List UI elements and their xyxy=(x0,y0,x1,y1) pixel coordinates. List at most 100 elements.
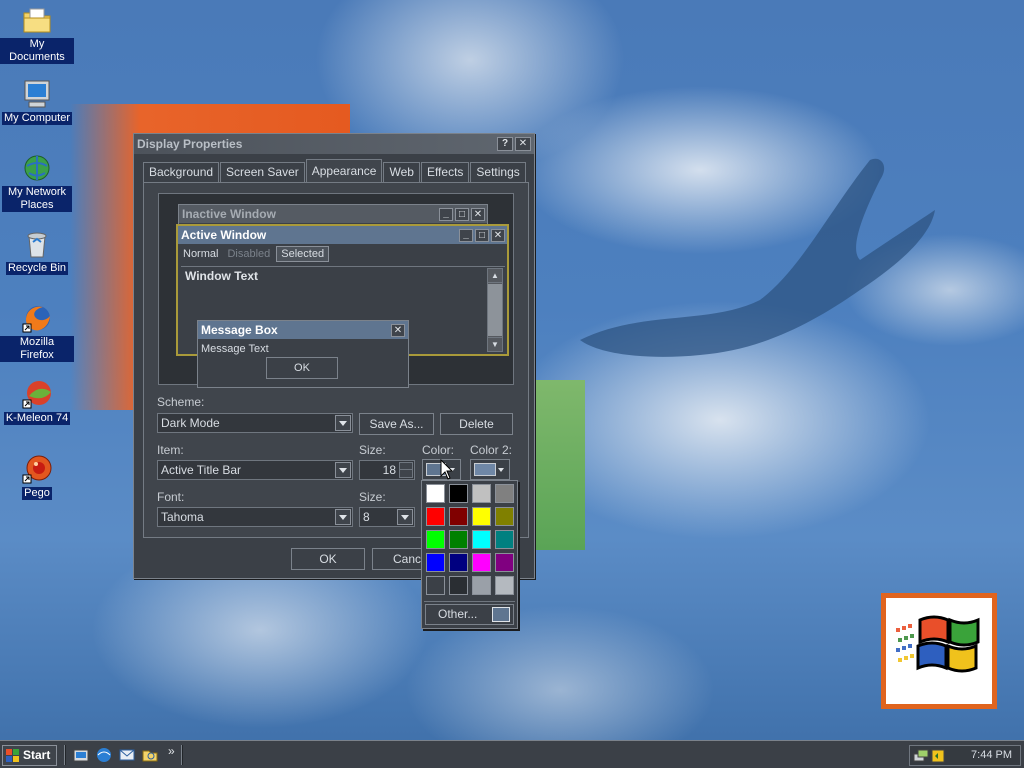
size-value: 18 xyxy=(382,463,396,477)
color-swatch[interactable] xyxy=(495,530,514,549)
chevron-down-icon xyxy=(335,462,351,478)
clock: 7:44 PM xyxy=(971,749,1012,761)
desktop-icon-pego[interactable]: Pego xyxy=(0,453,74,500)
current-color-swatch xyxy=(492,607,510,622)
color-swatch[interactable] xyxy=(495,484,514,503)
desktop-icon-label: Pego xyxy=(22,487,52,500)
message-box-title: Message Box xyxy=(201,323,278,337)
color2-picker-button[interactable] xyxy=(470,459,510,480)
color-swatch[interactable] xyxy=(472,576,491,595)
scheme-select[interactable]: Dark Mode xyxy=(157,413,353,433)
tab-screen-saver[interactable]: Screen Saver xyxy=(220,162,305,182)
item-select[interactable]: Active Title Bar xyxy=(157,460,353,480)
desktop-icon-label: Recycle Bin xyxy=(5,262,69,275)
other-color-label: Other... xyxy=(438,607,478,621)
volume-tray-icon[interactable] xyxy=(930,748,946,764)
font-select[interactable]: Tahoma xyxy=(157,507,353,527)
color-swatch[interactable] xyxy=(449,530,468,549)
browser-icon[interactable] xyxy=(96,747,112,763)
color-swatch[interactable] xyxy=(426,553,445,572)
show-desktop-icon[interactable] xyxy=(73,747,89,763)
maximize-icon: □ xyxy=(455,207,469,221)
chevron-down-icon xyxy=(498,468,504,475)
computer-icon xyxy=(21,78,53,110)
appearance-preview: Inactive Window _ □ ✕ Active Window _ □ … xyxy=(158,193,514,388)
color-swatch[interactable] xyxy=(495,507,514,526)
network-globe-icon xyxy=(21,152,53,184)
desktop-icon-label: My Network Places xyxy=(2,186,72,212)
desktop-icon-my-documents[interactable]: My Documents xyxy=(0,4,74,64)
color-swatch[interactable] xyxy=(472,530,491,549)
color-swatch[interactable] xyxy=(495,576,514,595)
color-swatch[interactable] xyxy=(472,553,491,572)
dialog-title-bar[interactable]: Display Properties ? ✕ xyxy=(134,134,534,154)
desktop-icon-my-computer[interactable]: My Computer xyxy=(0,78,74,125)
start-button[interactable]: Start xyxy=(2,745,57,766)
wallpaper-bird-shadow xyxy=(580,158,935,357)
scroll-up-icon: ▲ xyxy=(488,269,502,283)
quicklaunch-chevron[interactable]: » xyxy=(168,744,175,758)
delete-button[interactable]: Delete xyxy=(440,413,513,435)
dialog-title: Display Properties xyxy=(137,137,243,151)
help-button[interactable]: ? xyxy=(497,137,513,151)
color-swatch[interactable] xyxy=(426,484,445,503)
desktop-icon-my-network-places[interactable]: My Network Places xyxy=(0,152,74,212)
color2-label: Color 2: xyxy=(470,443,513,457)
desktop-icon-label: My Computer xyxy=(1,112,73,125)
folder-icon xyxy=(21,4,53,36)
menu-normal: Normal xyxy=(183,247,219,260)
color-swatch[interactable] xyxy=(472,507,491,526)
close-button[interactable]: ✕ xyxy=(515,137,531,151)
desktop-icon-k-meleon[interactable]: K-Meleon 74 xyxy=(0,378,74,425)
window-text: Window Text xyxy=(185,269,258,283)
chevron-down-icon xyxy=(335,509,351,525)
spinner-icon[interactable] xyxy=(399,462,413,478)
font-size-select[interactable]: 8 xyxy=(359,507,415,527)
desktop-icon-mozilla-firefox[interactable]: Mozilla Firefox xyxy=(0,302,74,362)
outlook-icon[interactable] xyxy=(119,747,135,763)
tab-effects[interactable]: Effects xyxy=(420,162,470,182)
color2-swatch xyxy=(474,463,496,476)
color-swatch[interactable] xyxy=(426,576,445,595)
color-swatch[interactable] xyxy=(495,553,514,572)
minimize-icon: _ xyxy=(459,228,473,242)
message-box-text: Message Text xyxy=(201,343,269,355)
scheme-label: Scheme: xyxy=(157,395,205,409)
color-swatch[interactable] xyxy=(449,484,468,503)
message-box-ok-button[interactable]: OK xyxy=(266,357,338,379)
menu-disabled: Disabled xyxy=(227,247,271,260)
firefox-icon xyxy=(21,302,53,334)
tab-background[interactable]: Background xyxy=(143,162,220,182)
explorer-icon[interactable] xyxy=(142,747,158,763)
desktop-icon-label: My Documents xyxy=(0,38,74,64)
menu-selected: Selected xyxy=(276,245,330,262)
scheme-value: Dark Mode xyxy=(161,416,220,430)
minimize-icon: _ xyxy=(439,207,453,221)
ok-button[interactable]: OK xyxy=(291,548,365,570)
color-swatch[interactable] xyxy=(449,507,468,526)
desktop-icon-label: K-Meleon 74 xyxy=(3,412,71,425)
color-swatch[interactable] xyxy=(449,553,468,572)
tab-settings[interactable]: Settings xyxy=(470,162,526,182)
tab-appearance[interactable]: Appearance xyxy=(305,159,383,182)
close-icon: ✕ xyxy=(471,207,485,221)
network-tray-icon[interactable] xyxy=(913,748,929,764)
desktop-icon-recycle-bin[interactable]: Recycle Bin xyxy=(0,228,74,275)
mouse-cursor-icon xyxy=(440,459,454,480)
color-swatch[interactable] xyxy=(426,507,445,526)
start-label: Start xyxy=(23,748,51,762)
other-color-button[interactable]: Other... xyxy=(425,604,514,625)
color-swatch[interactable] xyxy=(449,576,468,595)
font-size-value: 8 xyxy=(363,510,370,524)
tab-web[interactable]: Web xyxy=(383,162,420,182)
recycle-bin-icon xyxy=(21,228,53,260)
item-label: Item: xyxy=(157,443,184,457)
color-swatch[interactable] xyxy=(472,484,491,503)
font-value: Tahoma xyxy=(161,510,204,524)
color-palette-popup: Other... xyxy=(421,480,518,629)
save-as-button[interactable]: Save As... xyxy=(359,413,434,435)
size-stepper[interactable]: 18 xyxy=(359,460,415,480)
preview-scrollbar[interactable]: ▲ ▼ xyxy=(487,268,503,352)
color-swatch[interactable] xyxy=(426,530,445,549)
preview-message-box[interactable]: Message Box ✕ Message Text OK xyxy=(197,320,409,388)
